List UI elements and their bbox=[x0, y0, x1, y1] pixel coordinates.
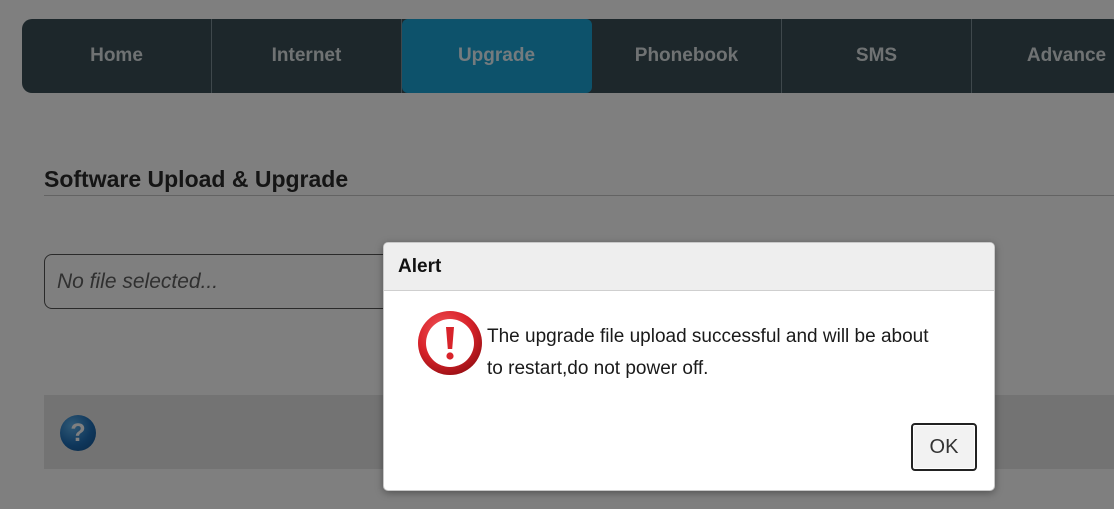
dialog-header: Alert bbox=[384, 243, 994, 291]
exclamation-alert-icon bbox=[416, 309, 484, 377]
ok-button[interactable]: OK bbox=[911, 423, 977, 471]
dialog-message: The upgrade file upload successful and w… bbox=[487, 326, 929, 379]
alert-dialog: Alert The upgrade file upload successful… bbox=[383, 242, 995, 491]
dialog-title: Alert bbox=[398, 255, 442, 277]
